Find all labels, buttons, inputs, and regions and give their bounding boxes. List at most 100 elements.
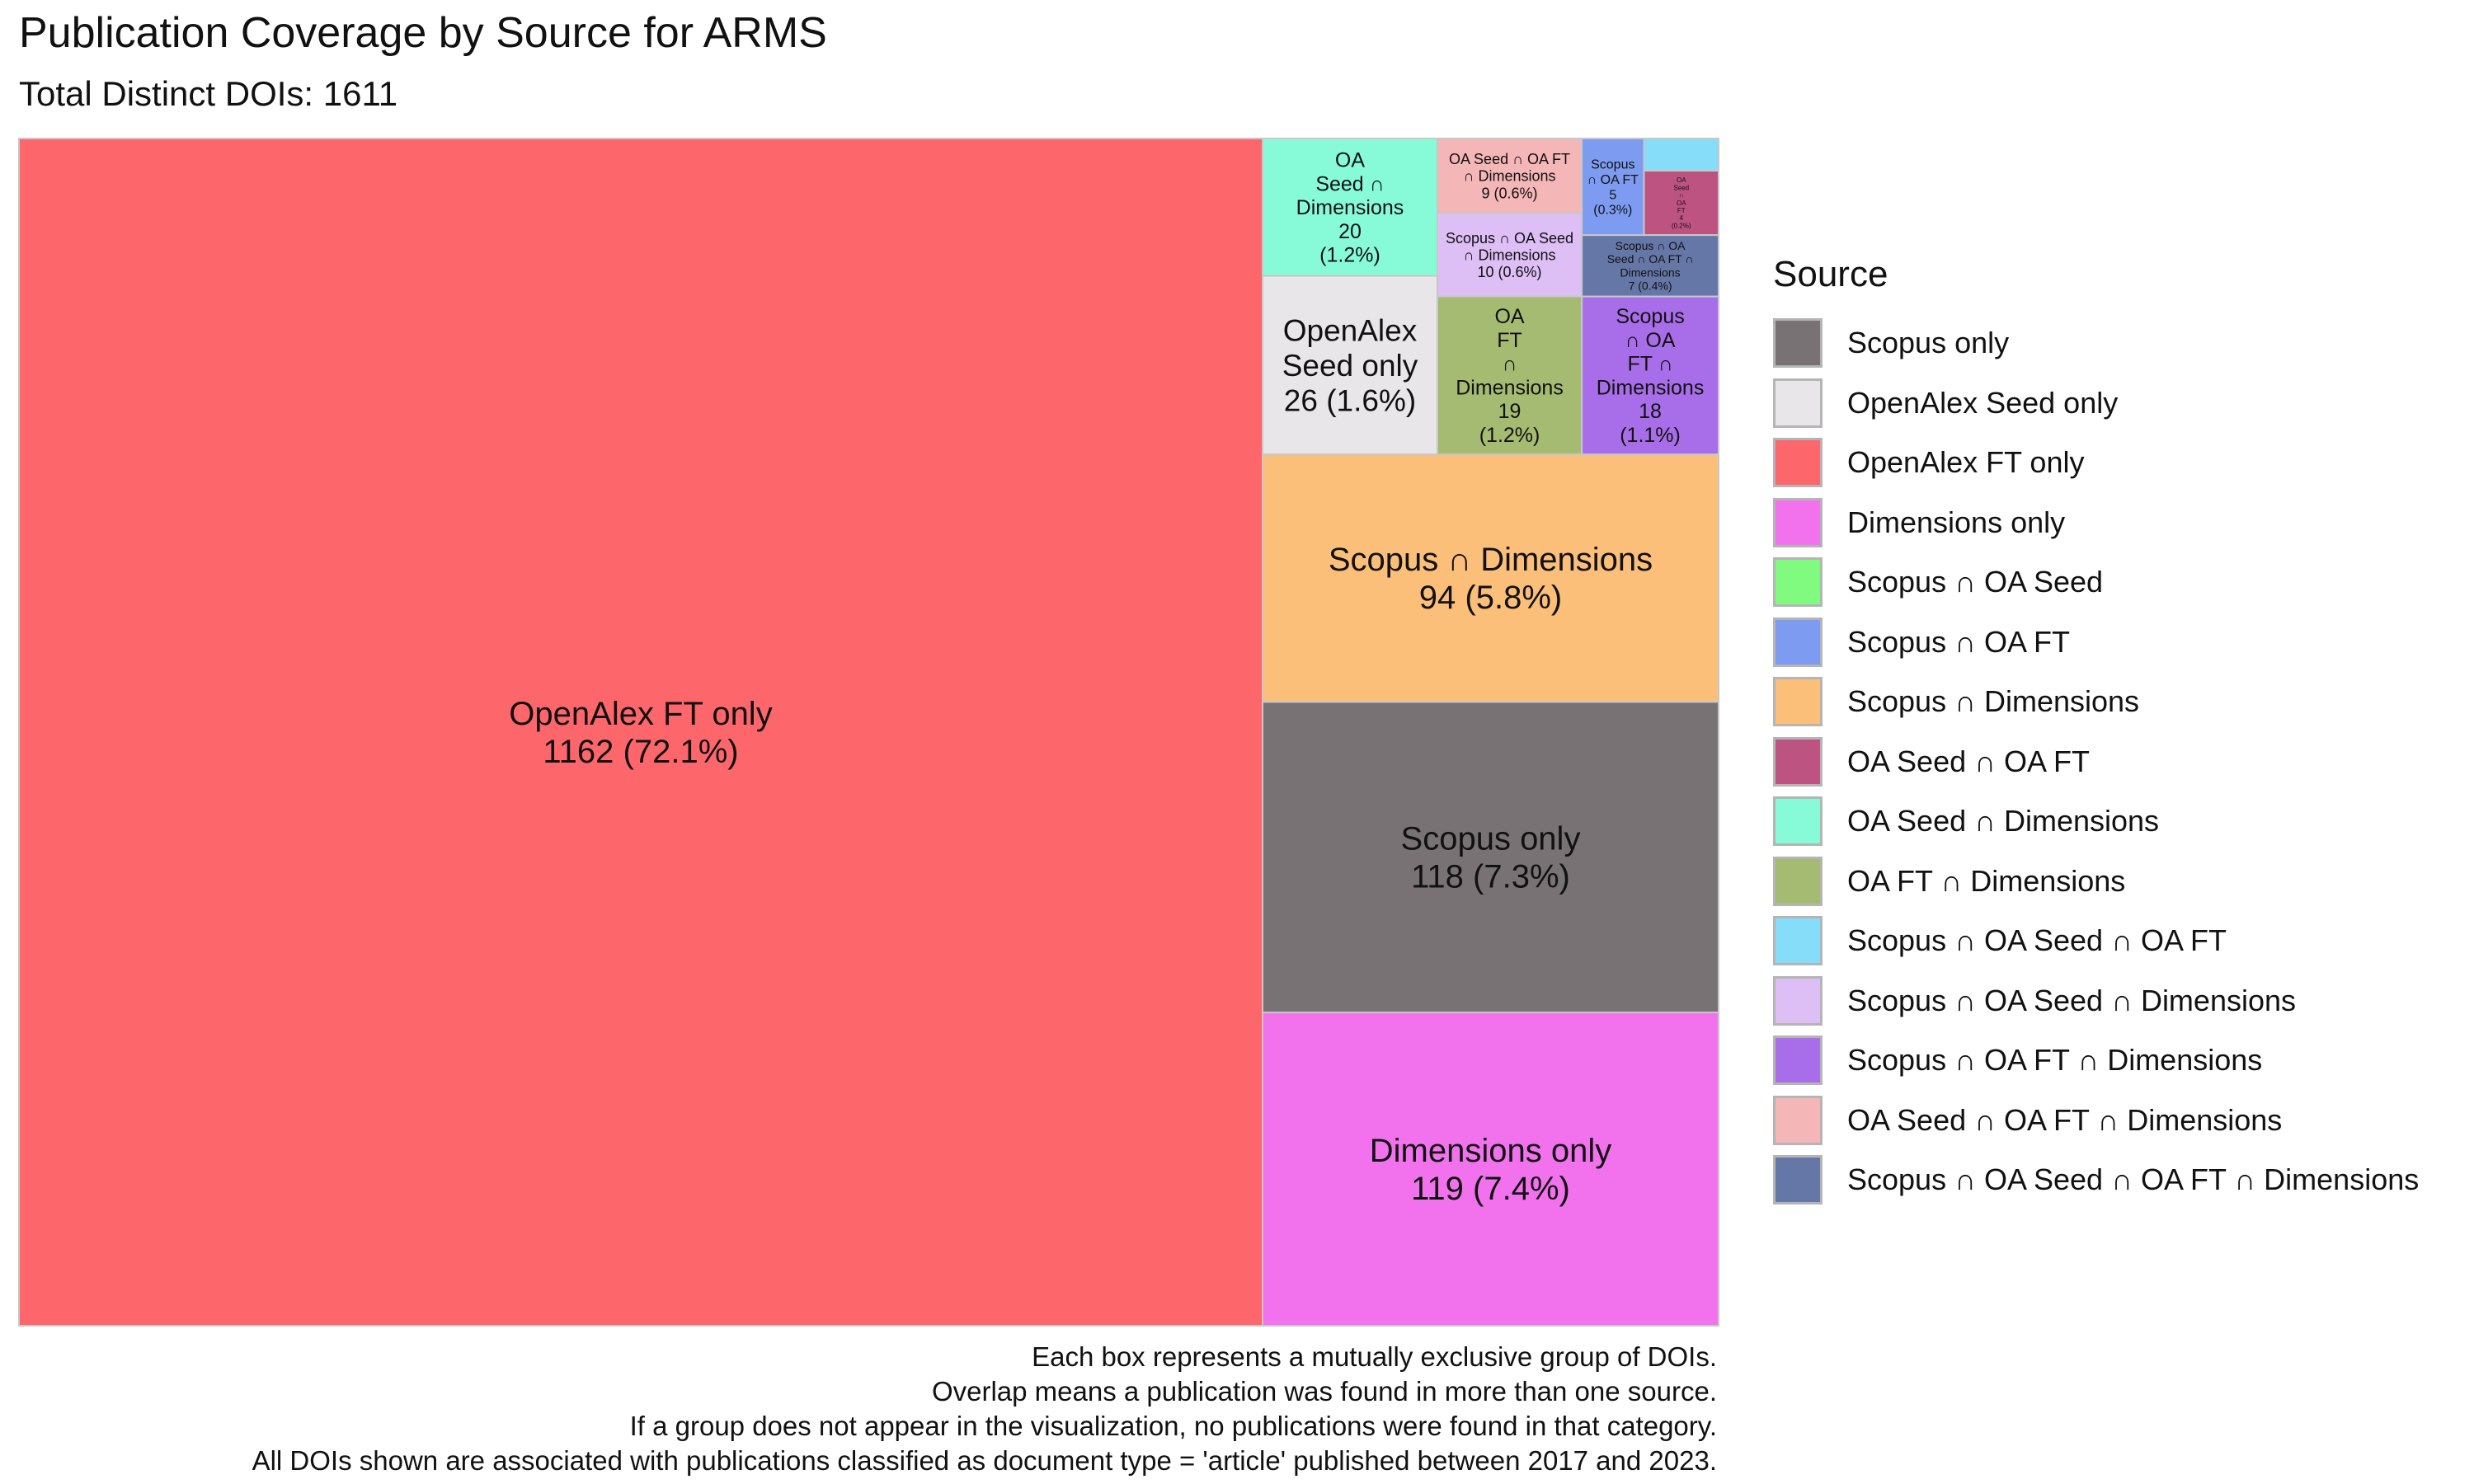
treemap-tile: Scopus ∩ OA FT ∩ Dimensions 18 (1.1%) (1581, 295, 1719, 456)
legend-swatch (1773, 378, 1823, 428)
treemap-tile-label-line: Dimensions only (1370, 1133, 1611, 1169)
treemap-tile-label-line: OA (1494, 305, 1524, 328)
treemap-tile: Dimensions only 119 (7.4%) (1262, 1012, 1719, 1327)
treemap-tile-label-line: 20 (1338, 220, 1362, 243)
legend-swatch (1773, 856, 1823, 906)
legend-item: Scopus ∩ Dimensions (1773, 672, 2419, 732)
footnote-line: If a group does not appear in the visual… (629, 1411, 1717, 1441)
treemap-tile-label-line: 118 (7.3%) (1411, 859, 1570, 895)
treemap-tile-label-line: OA Seed ∩ OA FT (1449, 151, 1570, 167)
treemap-tile-label-line: FT ∩ (1628, 353, 1673, 376)
treemap-tile-label-line: OA (1677, 176, 1686, 184)
treemap-tile-label-line: Seed only (1282, 349, 1418, 383)
treemap-tile-label-line: 7 (0.4%) (1629, 279, 1672, 292)
legend-label: Scopus ∩ OA Seed (1847, 565, 2104, 599)
footnote-line: Each box represents a mutually exclusive… (1032, 1341, 1717, 1372)
treemap-tile-label-line: Seed (1673, 184, 1689, 191)
treemap-tile-label-line: (0.2%) (1672, 222, 1691, 229)
legend-label: OpenAlex Seed only (1847, 385, 2119, 420)
legend-item: Scopus ∩ OA Seed ∩ OA FT ∩ Dimensions (1773, 1150, 2419, 1210)
legend-swatch (1773, 318, 1823, 369)
treemap-tile-label-line: Seed ∩ OA FT ∩ (1607, 252, 1694, 265)
treemap-tile: Scopus ∩ OA Seed ∩ Dimensions 10 (0.6%) (1436, 212, 1583, 298)
treemap-tile-rect (18, 138, 1263, 1327)
legend-label: OA FT ∩ Dimensions (1847, 863, 2126, 898)
treemap-tile: Scopus ∩ OA Seed ∩ OA FT ∩ Dimensions 7 (0.… (1581, 234, 1719, 298)
treemap-tile-label-line: 26 (1.6%) (1284, 383, 1416, 417)
legend-label: Scopus ∩ OA Seed ∩ OA FT ∩ Dimensions (1847, 1162, 2420, 1197)
legend-item: Scopus ∩ OA Seed ∩ OA FT (1773, 911, 2419, 971)
treemap-tile-label-line: ∩ Dimensions (1464, 247, 1556, 263)
treemap-tile-label-line: ∩ OA (1625, 329, 1676, 352)
treemap-tile: OpenAlex Seed only 26 (1.6%) (1262, 275, 1438, 456)
treemap-tile-label-line: Scopus only (1401, 821, 1581, 857)
treemap-tile-label-line: 1162 (72.1%) (543, 734, 738, 770)
legend-label: Scopus ∩ OA FT (1847, 624, 2070, 659)
legend-swatch (1773, 1036, 1823, 1086)
treemap-tile-rect (1643, 138, 1719, 172)
treemap-tile: OA Seed ∩ OA FT 4 (0.2%) (1643, 170, 1719, 237)
treemap-tile-label-line: OpenAlex FT only (509, 696, 772, 732)
treemap-tile-label-line: ∩ OA FT (1587, 173, 1639, 187)
legend-swatch (1773, 736, 1823, 787)
legend-label: OpenAlex FT only (1847, 445, 2085, 480)
legend-label: Scopus only (1847, 326, 2010, 360)
treemap-tile-label-line: 4 (1680, 214, 1684, 222)
legend-label: Dimensions only (1847, 505, 2066, 539)
legend-item: Scopus only (1773, 313, 2419, 373)
legend-item: OA FT ∩ Dimensions (1773, 852, 2419, 912)
legend-label: Scopus ∩ OA FT ∩ Dimensions (1847, 1043, 2263, 1078)
treemap-tile: Scopus ∩ OA FT 5 (0.3%) (1581, 138, 1645, 237)
legend-item: Scopus ∩ OA Seed ∩ Dimensions (1773, 971, 2419, 1031)
treemap-tile-label-line: Scopus (1616, 305, 1684, 328)
legend-label: OA Seed ∩ OA FT ∩ Dimensions (1847, 1102, 2283, 1137)
treemap-tile: OA Seed ∩ OA FT ∩ Dimensions 9 (0.6%) (1436, 138, 1583, 214)
treemap-tile-label-line: 19 (1498, 400, 1522, 423)
legend-swatch (1773, 677, 1823, 727)
treemap-tile-label-line: Scopus ∩ OA (1616, 239, 1686, 252)
legend-label: OA Seed ∩ Dimensions (1847, 804, 2160, 838)
treemap-tile-label-line: Scopus ∩ OA Seed (1446, 230, 1573, 247)
treemap-tile-label-line: OpenAlex (1283, 313, 1418, 347)
treemap-tile-label-line: 10 (0.6%) (1478, 264, 1542, 280)
legend-item: Scopus ∩ OA Seed (1773, 552, 2419, 613)
legend-item: OA Seed ∩ OA FT ∩ Dimensions (1773, 1091, 2419, 1151)
treemap-tile-label-line: Dimensions (1296, 196, 1404, 219)
treemap-tile-label-line: Dimensions (1597, 376, 1705, 399)
treemap-tile-label-line: OA (1677, 200, 1686, 207)
legend-item: OA Seed ∩ Dimensions (1773, 791, 2419, 852)
treemap-tile-label-line: 18 (1639, 400, 1662, 423)
treemap-tile-label-line: ∩ (1503, 353, 1517, 376)
legend-swatch (1773, 438, 1823, 488)
treemap-tile-label-line: Scopus (1591, 158, 1634, 172)
treemap-tile: Scopus only 118 (7.3%) (1262, 701, 1719, 1014)
legend-swatch (1773, 975, 1823, 1026)
treemap-tile: OA Seed ∩ Dimensions 20 (1.2%) (1262, 138, 1438, 277)
legend-item: OpenAlex FT only (1773, 433, 2419, 493)
footnote-line: Overlap means a publication was found in… (931, 1376, 1717, 1407)
legend-title: Source (1773, 254, 1888, 294)
legend-swatch (1773, 557, 1823, 608)
legend: Source Scopus only OpenAlex Seed only Open… (1773, 254, 2419, 1210)
treemap-tile-label-line: ∩ (1679, 192, 1684, 200)
treemap-tile-label-line: 119 (7.4%) (1411, 1171, 1570, 1207)
legend-item: OpenAlex Seed only (1773, 373, 2419, 434)
legend-item: Scopus ∩ OA FT ∩ Dimensions (1773, 1031, 2419, 1091)
legend-item: Dimensions only (1773, 493, 2419, 553)
footnote-line: All DOIs shown are associated with publi… (252, 1445, 1717, 1476)
treemap-tile (1643, 138, 1719, 172)
treemap-tile-label-line: (0.3%) (1593, 204, 1632, 218)
legend-swatch (1773, 1095, 1823, 1145)
treemap-tile-label-line: 9 (0.6%) (1482, 185, 1538, 201)
legend-label: Scopus ∩ Dimensions (1847, 684, 2140, 719)
treemap-tile-label-line: OA (1335, 149, 1365, 172)
legend-swatch (1773, 916, 1823, 966)
legend-swatch (1773, 796, 1823, 847)
legend-swatch (1773, 1155, 1823, 1205)
treemap-tile-label-line: FT (1497, 329, 1522, 352)
legend-label: Scopus ∩ OA Seed ∩ OA FT (1847, 923, 2227, 958)
treemap-tile: Scopus ∩ Dimensions 94 (5.8%) (1262, 453, 1719, 703)
treemap-tile-label-line: Dimensions (1456, 376, 1564, 399)
treemap-tile: OpenAlex FT only 1162 (72.1%) (18, 138, 1263, 1327)
legend-item: Scopus ∩ OA FT (1773, 613, 2419, 673)
